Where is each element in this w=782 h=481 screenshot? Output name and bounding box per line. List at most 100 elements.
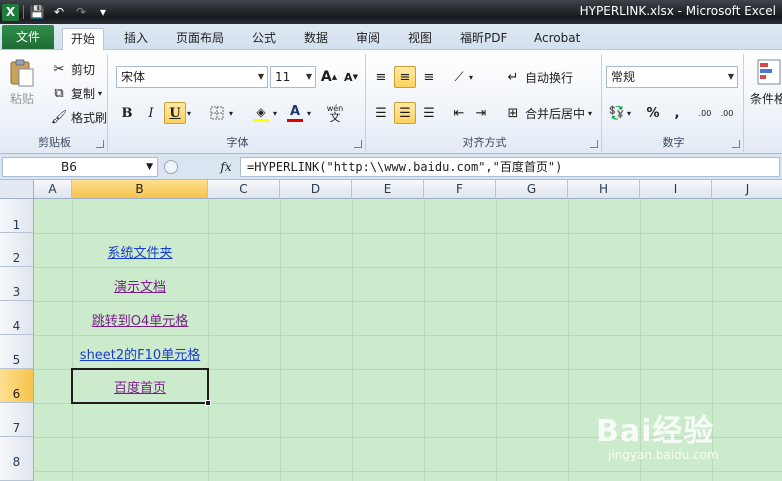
font-launcher-icon[interactable] [354,140,362,148]
column-header-j[interactable]: J [712,180,782,199]
column-header-f[interactable]: F [424,180,496,199]
alignment-group: ≡ ≡ ≡ ⟋ ▾ ↵ 自动换行 ☰ ☰ ☰ ⇤ ⇥ ⊞ 合并后居中 ▾ 对齐方… [368,54,602,152]
copy-button[interactable]: ⧉ 复制 ▾ [50,84,102,102]
underline-button[interactable]: U [164,102,186,124]
row-header-1[interactable]: 1 [0,199,34,233]
alignment-launcher-icon[interactable] [590,140,598,148]
row-header-4[interactable]: 4 [0,301,34,335]
bold-button[interactable]: B [116,102,138,124]
font-size-select[interactable]: 11 ▼ [270,66,316,88]
column-header-i[interactable]: I [640,180,712,199]
styles-group: 条件格 [746,54,782,152]
chevron-down-icon[interactable]: ▼ [146,158,153,176]
column-header-d[interactable]: D [280,180,352,199]
shrink-font-button[interactable]: A ▼ [340,66,362,88]
formula-input[interactable]: =HYPERLINK("http:\\www.baidu.com","百度首页"… [240,157,780,177]
cell-b3-hyperlink[interactable]: 演示文档 [72,276,208,295]
excel-logo-icon[interactable]: X [2,3,19,21]
decrease-decimal-button[interactable]: .00 [716,102,738,124]
decrease-indent-button[interactable]: ⇤ [448,102,470,124]
align-middle-button[interactable]: ≡ [394,66,416,88]
fill-color-button[interactable]: ◈ [250,102,272,124]
column-header-a[interactable]: A [34,180,72,199]
clipboard-launcher-icon[interactable] [96,140,104,148]
save-icon[interactable]: 💾 [28,3,46,21]
merge-dropdown-icon[interactable]: ▾ [588,109,592,118]
worksheet-grid[interactable]: A B C D E F G H I J 1 2 3 4 5 6 7 8 系统文件… [0,180,782,481]
row-header-6[interactable]: 6 [0,369,34,403]
align-right-button[interactable]: ☰ [418,102,440,124]
copy-dropdown-icon[interactable]: ▾ [98,89,102,98]
customize-qat-icon[interactable]: ▾ [94,3,112,21]
cell-b5-hyperlink[interactable]: sheet2的F10单元格 [72,344,208,363]
cut-button[interactable]: ✂ 剪切 [50,60,95,78]
tab-page-layout[interactable]: 页面布局 [168,28,232,50]
number-launcher-icon[interactable] [732,140,740,148]
merge-center-button[interactable]: ⊞ 合并后居中 ▾ [504,104,592,122]
column-header-b[interactable]: B [72,180,208,199]
tab-data[interactable]: 数据 [296,28,336,50]
tab-file[interactable]: 文件 [2,25,54,49]
column-header-g[interactable]: G [496,180,568,199]
watermark-logo: Bai经验 [596,414,715,449]
align-top-button[interactable]: ≡ [370,66,392,88]
column-header-c[interactable]: C [208,180,280,199]
cell-b4-hyperlink[interactable]: 跳转到O4单元格 [72,310,208,329]
column-header-e[interactable]: E [352,180,424,199]
active-cell-selection[interactable] [71,368,211,406]
tab-acrobat[interactable]: Acrobat [526,28,588,50]
border-icon [210,106,224,120]
cell-b2-hyperlink[interactable]: 系统文件夹 [72,242,208,261]
name-box[interactable]: B6 ▼ [2,157,158,177]
comma-button[interactable]: , [666,102,688,124]
tab-home[interactable]: 开始 [62,28,105,50]
fill-color-dropdown-icon[interactable]: ▾ [270,102,280,124]
row-header-3[interactable]: 3 [0,267,34,301]
tab-insert[interactable]: 插入 [116,28,156,50]
grow-font-button[interactable]: A ▲ [318,66,340,88]
tab-formulas[interactable]: 公式 [244,28,284,50]
number-format-select[interactable]: 常规 ▼ [606,66,738,88]
percent-button[interactable]: % [642,102,664,124]
fill-handle[interactable] [205,400,211,406]
merge-center-label: 合并后居中 [525,106,586,121]
border-dropdown-icon[interactable]: ▾ [226,102,236,124]
underline-dropdown-icon[interactable]: ▾ [184,102,194,124]
conditional-format-icon [757,59,781,85]
row-header-2[interactable]: 2 [0,233,34,267]
font-color-dropdown-icon[interactable]: ▾ [304,102,314,124]
chevron-down-icon: ▼ [305,72,312,81]
tab-foxit-pdf[interactable]: 福昕PDF [452,28,515,50]
paste-button[interactable]: 粘贴 [8,58,36,107]
align-left-button[interactable]: ☰ [370,102,392,124]
row-header-8[interactable]: 8 [0,437,34,481]
grow-font-icon: A [320,69,332,85]
select-all-button[interactable] [0,180,34,199]
conditional-format-button[interactable]: 条件格 [750,58,782,107]
phonetic-button[interactable]: wén 文 [324,102,346,124]
insert-function-icon[interactable]: fx [214,158,238,176]
orientation-dropdown-icon[interactable]: ▾ [466,66,476,88]
column-header-h[interactable]: H [568,180,640,199]
border-button[interactable] [206,102,228,124]
cut-label: 剪切 [71,62,96,77]
increase-decimal-button[interactable]: .00 [694,102,716,124]
accounting-dropdown-icon[interactable]: ▾ [624,102,634,124]
align-center-button[interactable]: ☰ [394,102,416,124]
increase-indent-button[interactable]: ⇥ [470,102,492,124]
format-painter-label: 格式刷 [71,110,108,125]
tab-review[interactable]: 审阅 [348,28,388,50]
align-bottom-button[interactable]: ≡ [418,66,440,88]
wrap-text-button[interactable]: ↵ 自动换行 [504,68,573,86]
italic-button[interactable]: I [140,102,162,124]
tab-view[interactable]: 视图 [400,28,440,50]
undo-icon[interactable]: ↶ [50,3,68,21]
redo-icon[interactable]: ↷ [72,3,90,21]
qat-separator [23,5,24,19]
font-color-button[interactable]: A [284,102,306,124]
font-size-value: 11 [275,70,291,84]
font-name-select[interactable]: 宋体 ▼ [116,66,268,88]
row-header-5[interactable]: 5 [0,335,34,369]
row-header-7[interactable]: 7 [0,403,34,437]
format-painter-button[interactable]: 🖌 格式刷 [50,108,107,126]
